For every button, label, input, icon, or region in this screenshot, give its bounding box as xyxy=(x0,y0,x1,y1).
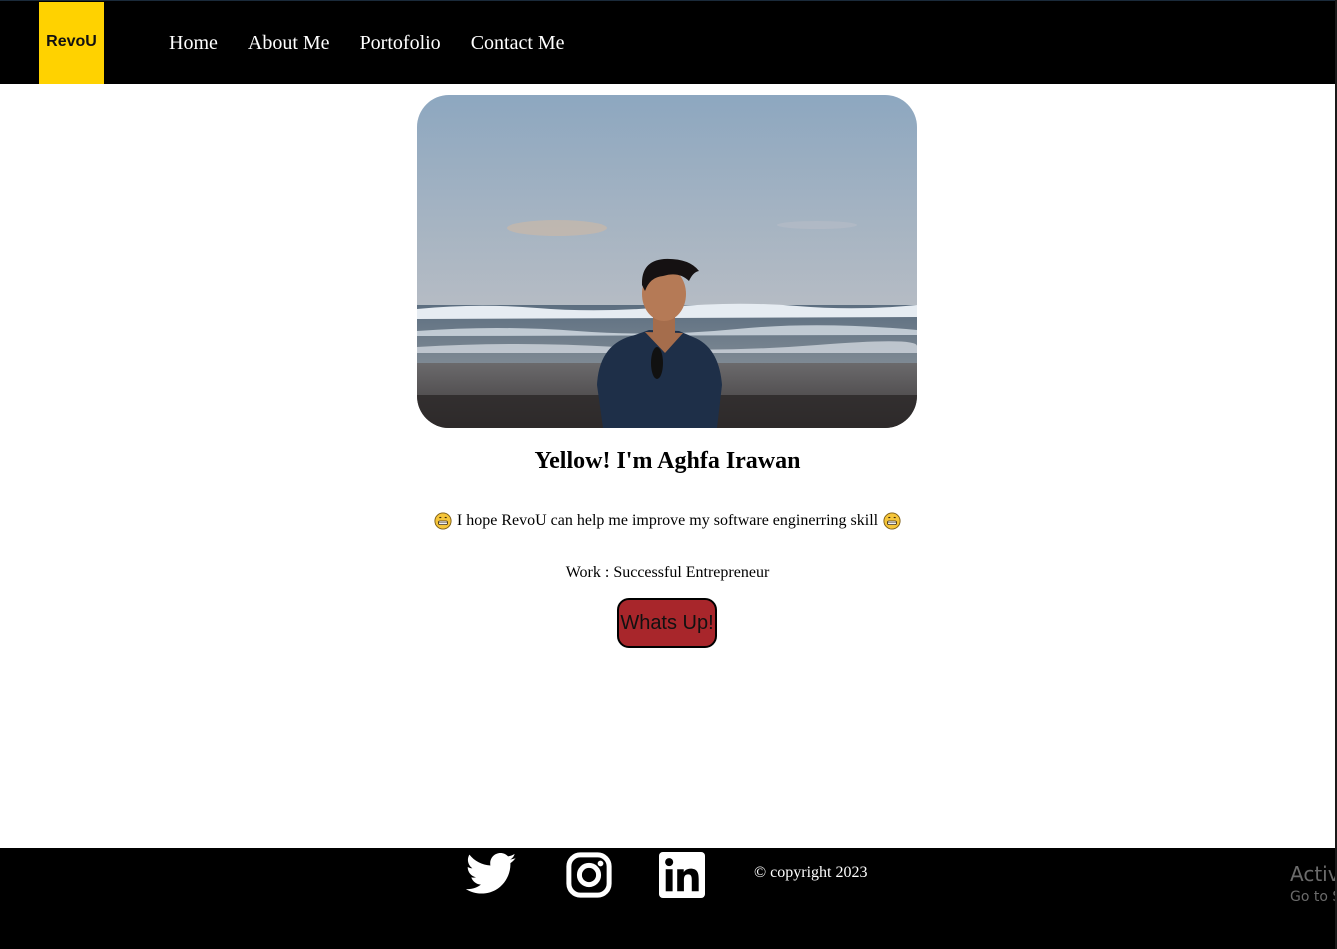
nav-link-about-me[interactable]: About Me xyxy=(248,31,330,55)
tagline-text: I hope RevoU can help me improve my soft… xyxy=(456,512,879,529)
activate-windows-watermark: Activ xyxy=(1290,862,1335,886)
nav-link-portofolio[interactable]: Portofolio xyxy=(360,31,441,55)
navbar: RevoU Home About Me Portofolio Contact M… xyxy=(0,0,1335,84)
tagline: I hope RevoU can help me improve my soft… xyxy=(0,512,1335,530)
nav-links: Home About Me Portofolio Contact Me xyxy=(169,31,595,55)
whats-up-button[interactable]: Whats Up! xyxy=(617,598,717,648)
nav-link-contact-me[interactable]: Contact Me xyxy=(471,31,565,55)
work-info: Work : Successful Entrepreneur xyxy=(565,564,770,581)
logo[interactable]: RevoU xyxy=(39,2,104,84)
linkedin-icon[interactable] xyxy=(659,852,705,898)
page-title: Yellow! I'm Aghfa Irawan xyxy=(534,448,801,474)
profile-photo xyxy=(417,95,917,428)
copyright: © copyright 2023 xyxy=(754,864,868,881)
nav-link-home[interactable]: Home xyxy=(169,31,218,55)
twitter-icon[interactable] xyxy=(466,852,517,896)
activate-windows-subtext: Go to S xyxy=(1290,889,1335,905)
instagram-icon[interactable] xyxy=(566,852,612,898)
grin-emoji-icon xyxy=(883,512,901,530)
grin-emoji-icon xyxy=(434,512,452,530)
